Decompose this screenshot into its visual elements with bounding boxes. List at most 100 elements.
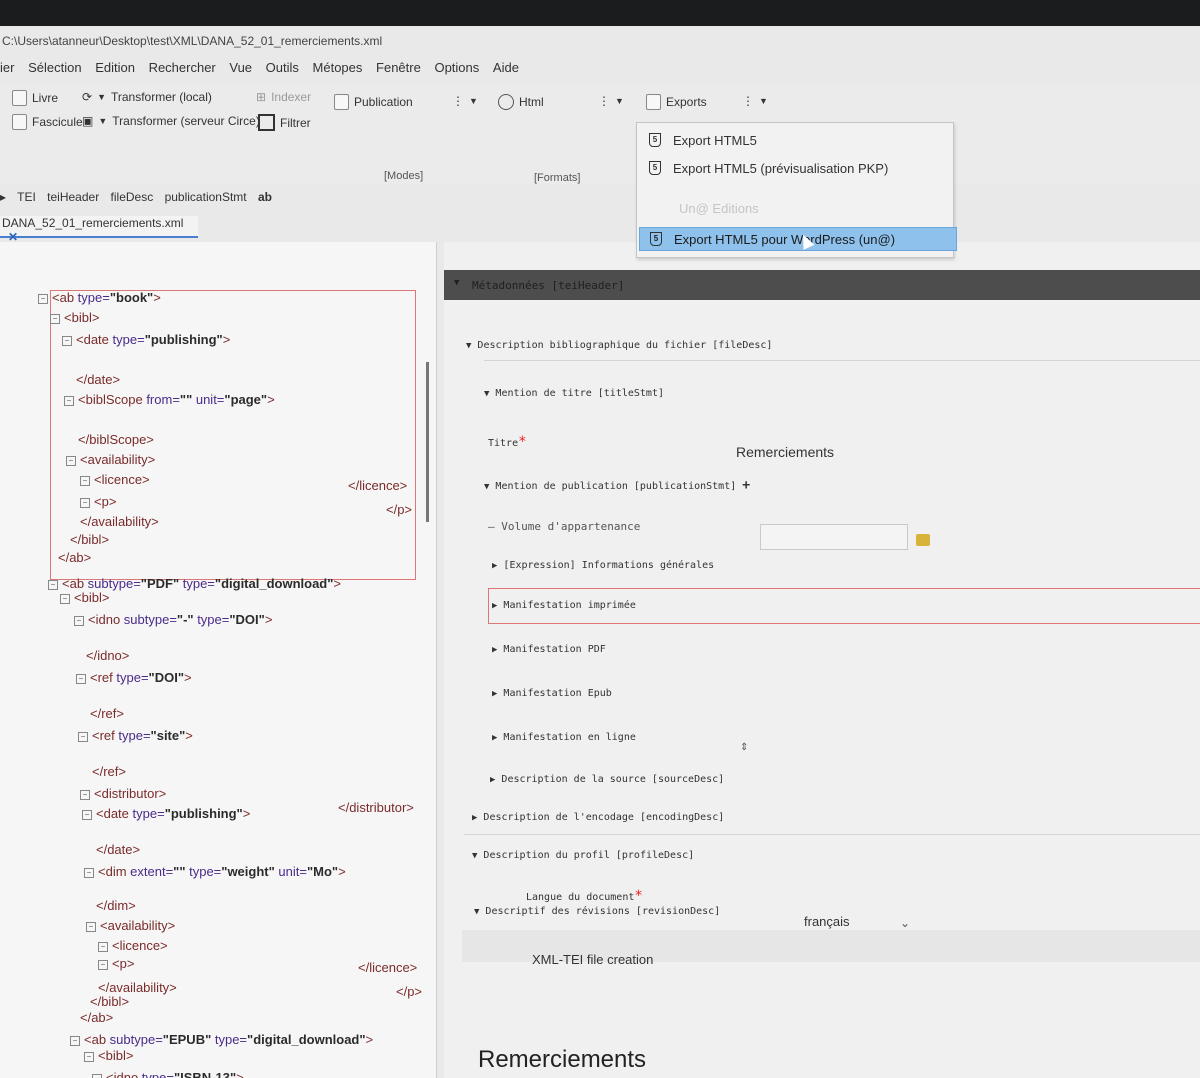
- breadcrumb-ab[interactable]: ab: [258, 190, 272, 204]
- sourcedesc-section[interactable]: ▶ Description de la source [sourceDesc]: [490, 774, 724, 785]
- fold-toggle-icon[interactable]: −: [80, 789, 90, 800]
- code-line[interactable]: </ab>: [80, 1010, 113, 1025]
- code-line[interactable]: − <biblScope from="" unit="page">: [64, 392, 275, 407]
- fold-toggle-icon[interactable]: −: [82, 809, 92, 820]
- code-line[interactable]: − <bibl>: [84, 1048, 133, 1063]
- fold-toggle-icon[interactable]: −: [80, 497, 90, 508]
- transformer-serveur-button[interactable]: ▣ ▼ Transformer (serveur Circe): [82, 114, 260, 128]
- code-line[interactable]: </date>: [76, 372, 120, 387]
- code-line[interactable]: </idno>: [86, 648, 129, 663]
- code-line[interactable]: − <ab subtype="PDF" type="digital_downloa…: [48, 576, 341, 591]
- fold-toggle-icon[interactable]: −: [70, 1035, 80, 1046]
- code-line[interactable]: − <availability>: [86, 918, 175, 933]
- export-html5-item[interactable]: 5 Export HTML5: [649, 129, 757, 151]
- menu-options[interactable]: Options: [434, 60, 479, 75]
- revisiondesc-section[interactable]: ▼ Descriptif des révisions [revisionDesc]: [474, 906, 720, 917]
- breadcrumb-teiheader[interactable]: teiHeader: [47, 190, 99, 204]
- fold-toggle-icon[interactable]: −: [38, 293, 48, 304]
- fold-toggle-icon[interactable]: −: [84, 867, 94, 878]
- add-icon[interactable]: +: [742, 478, 750, 493]
- code-line[interactable]: </bibl>: [70, 532, 109, 547]
- code-line[interactable]: </availability>: [80, 514, 159, 529]
- breadcrumb-publicationstmt[interactable]: publicationStmt: [165, 190, 247, 204]
- code-line[interactable]: </bibl>: [90, 994, 129, 1009]
- livre-button[interactable]: Livre: [12, 90, 58, 106]
- exports-button[interactable]: Exports: [646, 94, 707, 110]
- expression-section[interactable]: ▶ [Expression] Informations générales: [492, 560, 714, 571]
- fold-toggle-icon[interactable]: −: [98, 941, 108, 952]
- titre-value[interactable]: Remerciements: [736, 444, 834, 460]
- menu-outils[interactable]: Outils: [266, 60, 299, 75]
- breadcrumb-tei[interactable]: TEI: [17, 190, 36, 204]
- code-line[interactable]: −<idno type="ISBN-13">: [92, 1070, 244, 1078]
- menu-fenetre[interactable]: Fenêtre: [376, 60, 421, 75]
- revision-text[interactable]: XML-TEI file creation: [532, 952, 653, 967]
- code-line[interactable]: − <bibl>: [50, 310, 99, 325]
- fold-toggle-icon[interactable]: −: [60, 593, 70, 604]
- formats-more-button[interactable]: ⋮ ▼: [598, 94, 624, 108]
- fold-toggle-icon[interactable]: −: [92, 1073, 102, 1078]
- code-line[interactable]: </ref>: [92, 764, 126, 779]
- menu-aide[interactable]: Aide: [493, 60, 519, 75]
- fold-toggle-icon[interactable]: −: [50, 313, 60, 324]
- langue-select[interactable]: français ⌄: [804, 914, 914, 930]
- titlestmt-section[interactable]: ▼ Mention de titre [titleStmt]: [484, 388, 664, 399]
- code-line[interactable]: </ref>: [90, 706, 124, 721]
- export-html5-wordpress-item[interactable]: 5 Export HTML5 pour WordPress (un@): [639, 227, 957, 251]
- fold-toggle-icon[interactable]: −: [62, 335, 72, 346]
- fold-toggle-icon[interactable]: −: [84, 1051, 94, 1062]
- profiledesc-section[interactable]: ▼ Description du profil [profileDesc]: [472, 850, 694, 861]
- manif-epub-section[interactable]: ▶ Manifestation Epub: [492, 688, 612, 699]
- publication-button[interactable]: Publication: [334, 94, 413, 110]
- exports-more-button[interactable]: ⋮ ▼: [742, 94, 768, 108]
- export-html5-pkp-item[interactable]: 5 Export HTML5 (prévisualisation PKP): [649, 157, 888, 179]
- menu-edition[interactable]: Edition: [95, 60, 135, 75]
- transformer-local-button[interactable]: ⟳ ▼ Transformer (local): [82, 90, 212, 104]
- indexer-button[interactable]: ⊞ Indexer: [256, 90, 311, 104]
- code-line[interactable]: − <idno subtype="-" type="DOI">: [74, 612, 272, 627]
- code-line[interactable]: </dim>: [96, 898, 136, 913]
- code-line[interactable]: − <availability>: [66, 452, 155, 467]
- menu-selection[interactable]: Sélection: [28, 60, 81, 75]
- code-line[interactable]: − <date type="publishing">: [62, 332, 230, 347]
- fold-toggle-icon[interactable]: −: [98, 959, 108, 970]
- code-line[interactable]: </date>: [96, 842, 140, 857]
- code-line[interactable]: </biblScope>: [78, 432, 154, 447]
- fold-toggle-icon[interactable]: −: [78, 731, 88, 742]
- breadcrumb-filedesc[interactable]: fileDesc: [111, 190, 154, 204]
- volume-input[interactable]: [760, 524, 908, 550]
- code-line[interactable]: − <dim extent="" type="weight" unit="Mo">: [84, 864, 346, 879]
- fascicule-button[interactable]: Fascicule: [12, 114, 83, 130]
- editor-scrollbar[interactable]: [426, 362, 429, 522]
- fold-toggle-icon[interactable]: −: [86, 921, 96, 932]
- fold-toggle-icon[interactable]: −: [64, 395, 74, 406]
- fold-toggle-icon[interactable]: −: [74, 615, 84, 626]
- code-line[interactable]: − <ab subtype="EPUB" type="digital_downlo…: [70, 1032, 373, 1047]
- code-line[interactable]: − <date type="publishing">: [82, 806, 250, 821]
- modes-more-button[interactable]: ⋮ ▼: [452, 94, 478, 108]
- manif-pdf-section[interactable]: ▶ Manifestation PDF: [492, 644, 606, 655]
- code-line[interactable]: − <p>: [80, 494, 116, 509]
- filedesc-section[interactable]: ▼ Description bibliographique du fichier …: [466, 340, 772, 351]
- manif-en-ligne-section[interactable]: ▶ Manifestation en ligne: [492, 732, 636, 743]
- code-line[interactable]: − <bibl>: [60, 590, 109, 605]
- file-tab[interactable]: DANA_52_01_remerciements.xml ✕: [0, 216, 198, 244]
- sort-icon[interactable]: ⇕: [740, 742, 748, 753]
- code-line[interactable]: − <ref type="DOI">: [76, 670, 192, 685]
- menu-vue[interactable]: Vue: [229, 60, 252, 75]
- fold-toggle-icon[interactable]: −: [80, 475, 90, 486]
- menu-metopes[interactable]: Métopes: [313, 60, 363, 75]
- fold-toggle-icon[interactable]: −: [76, 673, 86, 684]
- menu-fichier[interactable]: ier: [0, 60, 14, 75]
- xml-code-editor[interactable]: − <ab type="book"> − <bibl> − <date type="pub…: [0, 242, 437, 1078]
- code-line[interactable]: − <distributor>: [80, 786, 166, 801]
- publicationstmt-section[interactable]: ▼ Mention de publication [publicationStmt…: [484, 478, 750, 493]
- filtrer-button[interactable]: Filtrer: [258, 114, 311, 131]
- menu-rechercher[interactable]: Rechercher: [149, 60, 216, 75]
- html-button[interactable]: Html: [498, 94, 544, 110]
- code-line[interactable]: − <ab type="book">: [38, 290, 161, 305]
- code-line[interactable]: − <ref type="site">: [78, 728, 193, 743]
- manif-imprimee-section[interactable]: ▶ Manifestation imprimée: [492, 600, 636, 611]
- metadata-header[interactable]: ▼ Métadonnées [teiHeader]: [444, 270, 1200, 300]
- code-line[interactable]: − <licence>: [98, 938, 168, 953]
